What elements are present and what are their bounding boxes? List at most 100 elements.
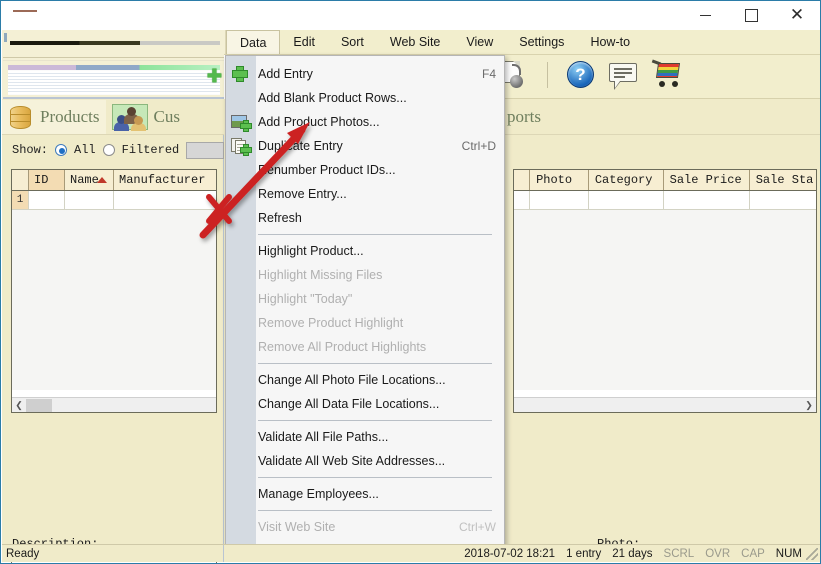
- close-button[interactable]: ✕: [774, 1, 820, 29]
- menu-option-validate-all-web-site-addresses[interactable]: Validate All Web Site Addresses...: [226, 449, 504, 473]
- left-pane-tabstrip: Products Cus: [2, 99, 224, 135]
- menu-option-change-all-photo-file-locations[interactable]: Change All Photo File Locations...: [226, 368, 504, 392]
- cell-sale-price[interactable]: [663, 191, 750, 210]
- status-days: 21 days: [612, 547, 653, 560]
- cell-sale-status[interactable]: [749, 191, 816, 210]
- menu-option-label: Remove Product Highlight: [258, 316, 404, 330]
- menu-option-validate-all-file-paths[interactable]: Validate All File Paths...: [226, 425, 504, 449]
- menu-separator: [258, 477, 492, 478]
- details-row-corner: [514, 191, 531, 210]
- menu-option-label: Add Product Photos...: [258, 115, 380, 129]
- menu-item-settings[interactable]: Settings: [506, 30, 577, 54]
- hscroll-thumb[interactable]: [26, 398, 52, 412]
- menu-option-add-blank-product-rows[interactable]: Add Blank Product Rows...: [226, 86, 504, 110]
- minimize-button[interactable]: [682, 1, 728, 29]
- scroll-right-arrow-icon[interactable]: ❯: [802, 400, 816, 411]
- menu-separator: [258, 510, 492, 511]
- column-header-sale-price[interactable]: Sale Price: [664, 170, 750, 190]
- tab-reports-label[interactable]: ports: [505, 107, 541, 127]
- add-entry-toolbar-icon[interactable]: ✚: [207, 67, 222, 85]
- status-bar: Ready 2018-07-02 18:21 1 entry 21 days S…: [2, 544, 820, 562]
- menu-option-label: Visit Web Site: [258, 520, 336, 534]
- scroll-left-arrow-icon[interactable]: ❮: [12, 400, 26, 411]
- column-header-manufacturer[interactable]: Manufacturer: [114, 170, 215, 190]
- products-grid-hscrollbar[interactable]: ❮: [12, 397, 216, 412]
- radio-all[interactable]: [55, 144, 68, 156]
- toolbar-icon-group: ?: [497, 58, 684, 92]
- menu-option-duplicate-entry[interactable]: Duplicate Entry Ctrl+D: [226, 134, 504, 158]
- title-bar: ✕: [1, 1, 820, 29]
- menu-option-accelerator: Ctrl+D: [461, 139, 496, 153]
- menu-item-sort[interactable]: Sort: [328, 30, 377, 54]
- cell-id[interactable]: [29, 191, 65, 210]
- menu-item-web-site[interactable]: Web Site: [377, 30, 454, 54]
- artifact-separator-2: [3, 60, 224, 61]
- radio-filtered[interactable]: [102, 144, 115, 156]
- cell-category[interactable]: [588, 191, 664, 210]
- table-row[interactable]: [514, 191, 816, 210]
- menu-item-how-to[interactable]: How-to: [577, 30, 643, 54]
- database-icon: [8, 103, 34, 131]
- menu-option-highlight-product[interactable]: Highlight Product...: [226, 239, 504, 263]
- menu-option-label: Change All Data File Locations...: [258, 397, 440, 411]
- menu-option-label: Remove Entry...: [258, 187, 347, 201]
- column-header-sale-status[interactable]: Sale Sta: [750, 170, 816, 190]
- menu-option-label: Manage Employees...: [258, 487, 379, 501]
- menu-item-view[interactable]: View: [453, 30, 506, 54]
- comment-icon[interactable]: [607, 58, 641, 92]
- table-row[interactable]: 1: [12, 191, 216, 210]
- column-header-category[interactable]: Category: [589, 170, 664, 190]
- show-label: Show:: [12, 143, 49, 157]
- menu-option-remove-product-highlight: Remove Product Highlight: [226, 311, 504, 335]
- cell-name[interactable]: [65, 191, 114, 210]
- cell-manufacturer[interactable]: [114, 191, 215, 210]
- menu-separator: [258, 234, 492, 235]
- status-indicator-num: NUM: [775, 547, 802, 560]
- tab-products-label: Products: [40, 106, 100, 126]
- menu-option-label: Highlight Product...: [258, 244, 364, 258]
- menu-option-label: Validate All File Paths...: [258, 430, 389, 444]
- menu-option-renumber-product-ids[interactable]: Renumber Product IDs...: [226, 158, 504, 182]
- menu-option-accelerator: F4: [481, 67, 496, 81]
- artifact-scanlines: [8, 71, 220, 94]
- help-icon[interactable]: ?: [564, 58, 598, 92]
- show-filter-row: Show: All Filtered: [2, 137, 224, 163]
- menu-option-visit-web-site: Visit Web Site Ctrl+W: [226, 515, 504, 539]
- help-icon-glyph: ?: [575, 65, 586, 84]
- menu-option-label: Add Blank Product Rows...: [258, 91, 407, 105]
- menu-option-label: Add Entry: [258, 67, 313, 81]
- artifact-strip-1: [10, 41, 220, 45]
- shopping-cart-icon[interactable]: [650, 58, 684, 92]
- status-message: Ready: [2, 545, 224, 562]
- column-header-id[interactable]: ID: [29, 170, 65, 190]
- menu-option-add-product-photos[interactable]: Add Product Photos...: [226, 110, 504, 134]
- details-grid-hscrollbar[interactable]: ❯: [514, 397, 816, 412]
- menu-option-refresh[interactable]: Refresh: [226, 206, 504, 230]
- column-header-name[interactable]: Name: [65, 170, 114, 190]
- column-header-photo[interactable]: Photo: [530, 170, 589, 190]
- filter-input[interactable]: [186, 141, 224, 159]
- menu-option-add-entry[interactable]: Add Entry F4: [226, 62, 504, 86]
- menu-separator: [258, 363, 492, 364]
- menu-item-edit[interactable]: Edit: [280, 30, 328, 54]
- cell-photo[interactable]: [530, 191, 589, 210]
- window-controls: ✕: [682, 1, 820, 29]
- status-datetime: 2018-07-02 18:21: [464, 547, 556, 560]
- menu-option-remove-entry[interactable]: Remove Entry...: [226, 182, 504, 206]
- details-grid-corner-cell: [514, 170, 531, 190]
- products-grid[interactable]: ID Name Manufacturer 1 ❮: [11, 169, 217, 413]
- resize-grip-icon[interactable]: [806, 548, 818, 560]
- toolbar-render-artifact: ✚: [2, 31, 224, 99]
- tab-customers[interactable]: Cus: [106, 100, 186, 134]
- menu-option-accelerator: Ctrl+W: [459, 520, 496, 534]
- details-grid-header: Photo Category Sale Price Sale Sta: [514, 170, 816, 191]
- customers-icon: [111, 103, 148, 131]
- menu-option-change-all-data-file-locations[interactable]: Change All Data File Locations...: [226, 392, 504, 416]
- details-grid[interactable]: Photo Category Sale Price Sale Sta ❯: [513, 169, 817, 413]
- tab-products[interactable]: Products: [2, 99, 106, 134]
- status-indicator-scrl: SCRL: [663, 547, 695, 560]
- menu-item-data[interactable]: Data: [226, 30, 281, 54]
- menu-option-manage-employees[interactable]: Manage Employees...: [226, 482, 504, 506]
- plus-icon: [231, 65, 249, 83]
- maximize-button[interactable]: [728, 1, 774, 29]
